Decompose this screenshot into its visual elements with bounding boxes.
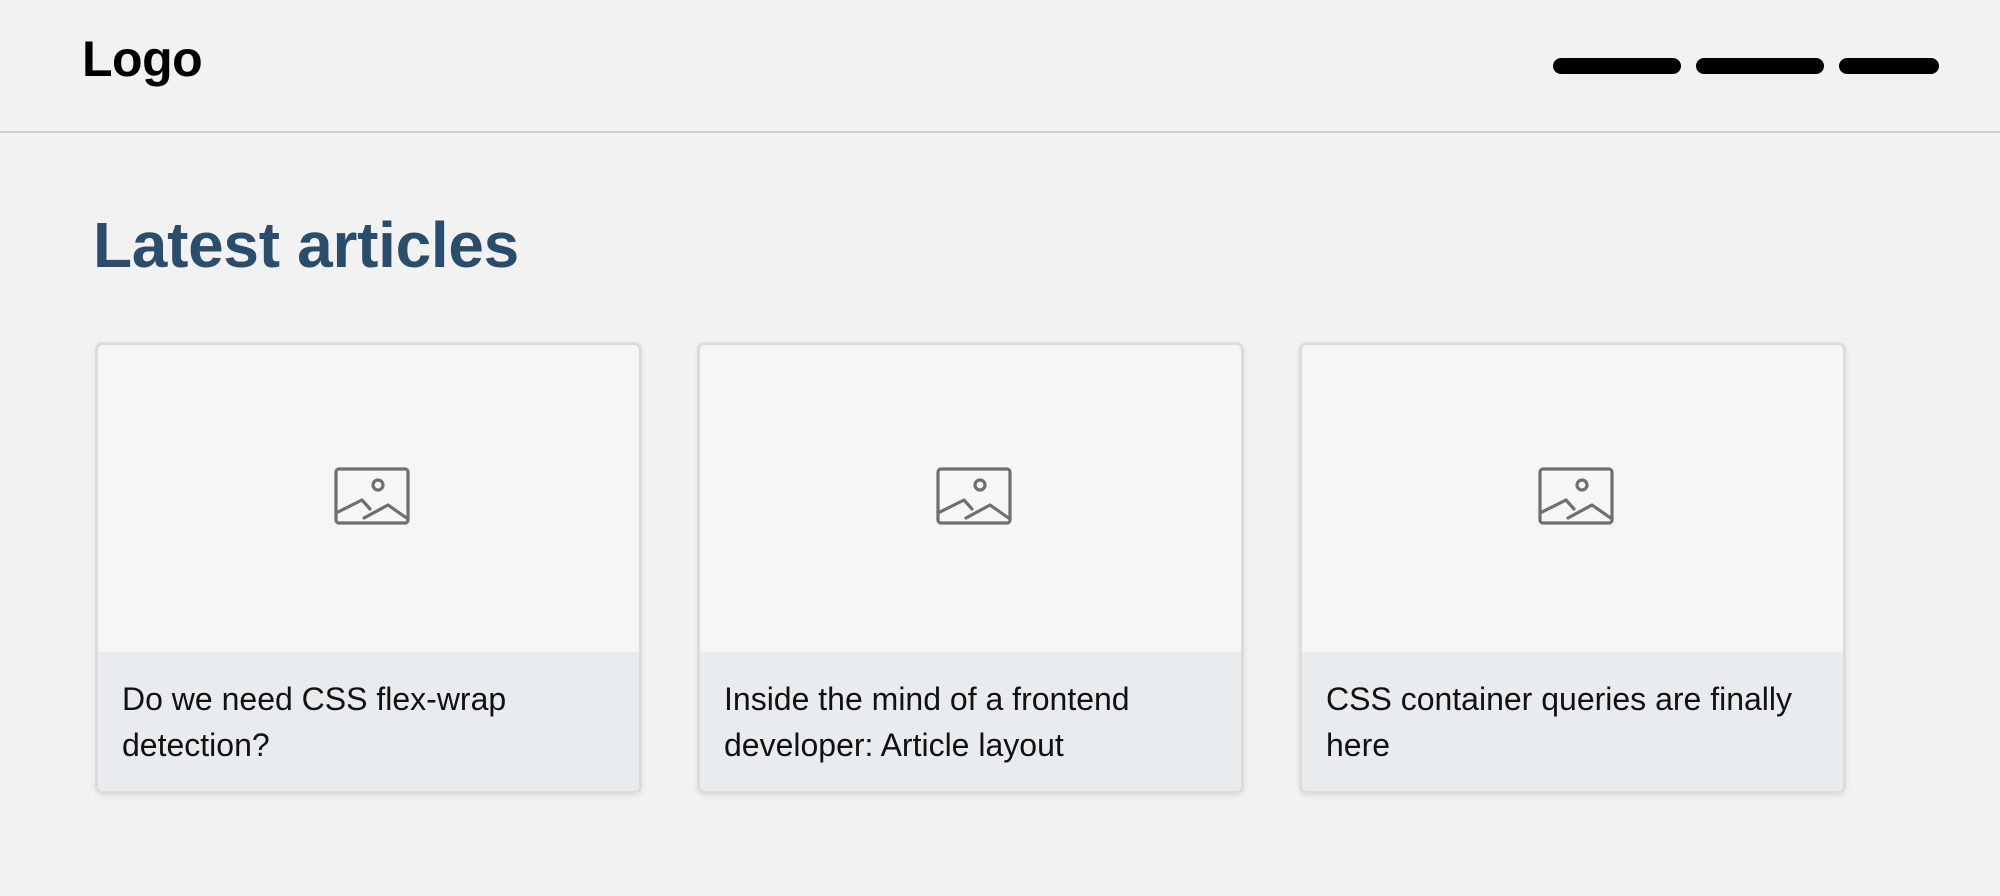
article-card[interactable]: CSS container queries are finally here xyxy=(1299,342,1846,794)
card-title[interactable]: CSS container queries are finally here xyxy=(1326,676,1819,768)
article-card[interactable]: Do we need CSS flex-wrap detection? xyxy=(95,342,642,794)
page-title: Latest articles xyxy=(93,209,519,281)
image-placeholder-icon xyxy=(936,467,1012,525)
card-title[interactable]: Do we need CSS flex-wrap detection? xyxy=(122,676,615,768)
card-body: Inside the mind of a frontend developer:… xyxy=(700,652,1241,791)
nav-item-1[interactable] xyxy=(1553,58,1681,74)
card-image xyxy=(1302,345,1843,652)
card-body: CSS container queries are finally here xyxy=(1302,652,1843,791)
image-placeholder-icon xyxy=(1538,467,1614,525)
card-title[interactable]: Inside the mind of a frontend developer:… xyxy=(724,676,1217,768)
card-image xyxy=(98,345,639,652)
nav-item-2[interactable] xyxy=(1696,58,1824,74)
article-card[interactable]: Inside the mind of a frontend developer:… xyxy=(697,342,1244,794)
image-placeholder-icon xyxy=(334,467,410,525)
card-image xyxy=(700,345,1241,652)
site-header: Logo xyxy=(0,0,2000,133)
card-body: Do we need CSS flex-wrap detection? xyxy=(98,652,639,791)
logo[interactable]: Logo xyxy=(82,30,203,88)
nav-item-3[interactable] xyxy=(1839,58,1939,74)
